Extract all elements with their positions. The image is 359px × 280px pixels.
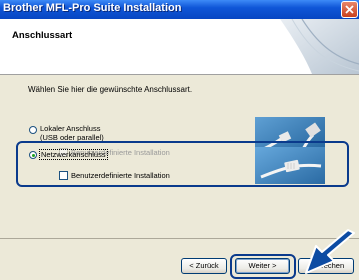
header-decoration-image [272, 19, 359, 74]
wizard-body: Wählen Sie hier die gewünschte Anschluss… [0, 75, 359, 280]
back-button[interactable]: < Zurück [181, 258, 227, 274]
pointer-arrow-icon [305, 229, 355, 274]
installer-window: Brother MFL-Pro Suite Installation Ansch… [0, 0, 359, 280]
network-connection-radio[interactable] [29, 151, 37, 159]
wizard-header: Anschlussart [0, 19, 359, 75]
window-title: Brother MFL-Pro Suite Installation [3, 2, 182, 14]
page-title: Anschlussart [12, 30, 73, 41]
instruction-text: Wählen Sie hier die gewünschte Anschluss… [28, 85, 193, 94]
network-connection-label[interactable]: Netzwerkanschluss [39, 149, 108, 160]
close-icon [345, 5, 354, 14]
local-connection-label[interactable]: Lokaler Anschluss [40, 124, 100, 133]
local-connection-radio[interactable] [29, 126, 37, 134]
network-custom-install-label[interactable]: Benutzerdefinierte Installation [71, 171, 170, 180]
title-bar[interactable]: Brother MFL-Pro Suite Installation [0, 0, 359, 19]
close-button[interactable] [341, 1, 358, 18]
network-custom-install-checkbox[interactable] [59, 171, 68, 180]
next-button[interactable]: Weiter > [235, 258, 290, 274]
network-cable-image [255, 147, 325, 184]
